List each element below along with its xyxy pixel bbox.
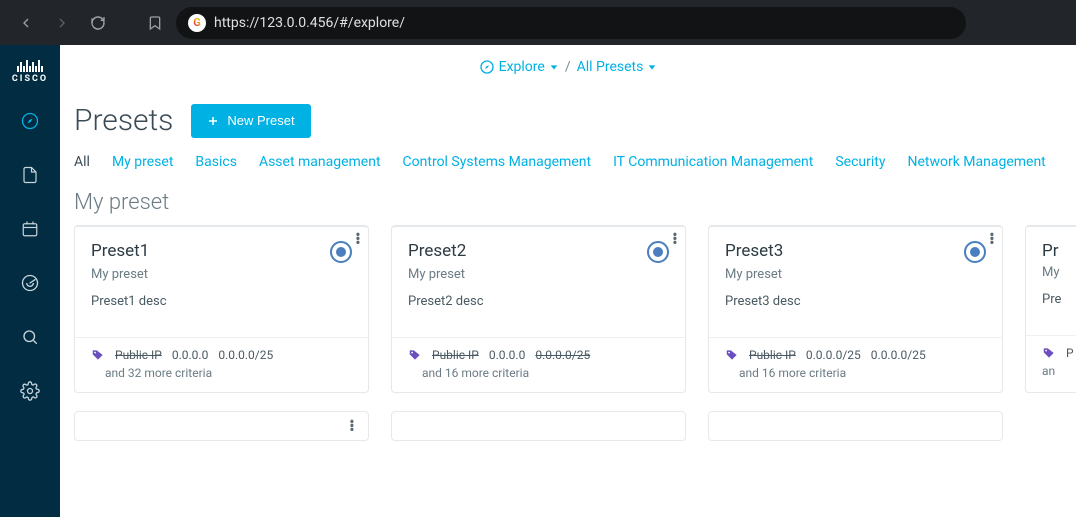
preset-card[interactable]: [391, 411, 686, 441]
card-menu-button[interactable]: •••: [663, 233, 687, 245]
preset-card[interactable]: [708, 411, 1003, 441]
card-menu-button[interactable]: •••: [980, 233, 1004, 245]
chip-ip2: 0.0.0.0/25: [871, 348, 926, 362]
card-footer: Public IP 0.0.0.0/25 0.0.0.0/25 and 16 m…: [709, 337, 1002, 392]
more-criteria: and 16 more criteria: [422, 366, 669, 380]
brand-logo[interactable]: CISCO: [0, 45, 60, 90]
preset-card[interactable]: •••: [74, 411, 369, 441]
bookmark-icon[interactable]: [142, 14, 168, 32]
chip-public-ip: P: [1066, 346, 1074, 360]
card-menu-button[interactable]: •••: [340, 420, 364, 432]
chip-ip1: 0.0.0.0/25: [806, 348, 861, 362]
nav-explore-icon[interactable]: [19, 110, 41, 132]
card-subtitle: My preset: [408, 267, 669, 282]
card-description: Preset1 desc: [75, 288, 368, 337]
card-menu-button[interactable]: •••: [346, 233, 370, 245]
preset-cards-row: ••• Preset1 My preset Preset1 desc Publi…: [60, 225, 1076, 393]
chevron-down-icon: [647, 62, 657, 72]
card-subtitle: My: [1042, 265, 1076, 280]
chip-ip2: 0.0.0.0/25: [218, 348, 273, 362]
card-title: Preset2: [408, 241, 466, 261]
preset-card[interactable]: Pr My Pre P an: [1025, 225, 1076, 393]
breadcrumb: Explore / All Presets: [60, 45, 1076, 89]
page-title: Presets: [74, 103, 173, 138]
tag-icon: [91, 348, 105, 362]
nav-target-icon[interactable]: [19, 272, 41, 294]
chip-public-ip: Public IP: [749, 348, 796, 362]
preset-card[interactable]: ••• Preset1 My preset Preset1 desc Publi…: [74, 225, 369, 393]
chip-public-ip: Public IP: [115, 348, 162, 362]
card-footer: P an: [1026, 335, 1076, 390]
site-favicon: G: [188, 14, 206, 32]
chevron-down-icon: [549, 62, 559, 72]
breadcrumb-sep: /: [565, 59, 571, 75]
nav-reload-button[interactable]: [84, 9, 112, 37]
card-subtitle: My preset: [91, 267, 352, 282]
url-text: https://123.0.0.456/#/explore/: [214, 15, 405, 31]
browser-toolbar: G https://123.0.0.456/#/explore/: [0, 0, 1076, 45]
tab-basics[interactable]: Basics: [195, 154, 237, 170]
tag-icon: [408, 348, 422, 362]
more-criteria: an: [1042, 364, 1069, 378]
breadcrumb-allpresets[interactable]: All Presets: [577, 59, 658, 75]
tab-all[interactable]: All: [74, 154, 90, 170]
tab-network-management[interactable]: Network Management: [907, 154, 1045, 170]
address-bar[interactable]: G https://123.0.0.456/#/explore/: [176, 7, 966, 39]
nav-reports-icon[interactable]: [19, 164, 41, 186]
card-description: Preset3 desc: [709, 288, 1002, 337]
more-criteria: and 16 more criteria: [739, 366, 986, 380]
cisco-logo-icon: [17, 58, 43, 72]
category-tabs: All My preset Basics Asset management Co…: [60, 144, 1076, 190]
preset-cards-row-2: •••: [60, 393, 1076, 441]
breadcrumb-explore-label: Explore: [499, 59, 545, 75]
nav-events-icon[interactable]: [19, 218, 41, 240]
tab-my-preset[interactable]: My preset: [112, 154, 173, 170]
breadcrumb-all-label: All Presets: [577, 59, 644, 75]
new-preset-label: New Preset: [227, 113, 294, 128]
card-subtitle: My preset: [725, 267, 986, 282]
nav-search-icon[interactable]: [19, 326, 41, 348]
preset-card[interactable]: ••• Preset3 My preset Preset3 desc Publi…: [708, 225, 1003, 393]
tab-asset-management[interactable]: Asset management: [259, 154, 381, 170]
chip-ip2: 0.0.0.0/25: [535, 348, 590, 362]
tab-it-communication[interactable]: IT Communication Management: [613, 154, 813, 170]
nav-forward-button[interactable]: [48, 9, 76, 37]
preset-card[interactable]: ••• Preset2 My preset Preset2 desc Publi…: [391, 225, 686, 393]
new-preset-button[interactable]: New Preset: [191, 104, 310, 138]
tab-security[interactable]: Security: [835, 154, 885, 170]
card-description: Pre: [1026, 286, 1076, 335]
nav-back-button[interactable]: [12, 9, 40, 37]
plus-icon: [207, 115, 219, 127]
chip-ip1: 0.0.0.0: [489, 348, 525, 362]
card-description: Preset2 desc: [392, 288, 685, 337]
chip-ip1: 0.0.0.0: [172, 348, 208, 362]
more-criteria: and 32 more criteria: [105, 366, 352, 380]
tag-icon: [1042, 346, 1056, 360]
card-title: Preset3: [725, 241, 783, 261]
brand-text: CISCO: [12, 74, 48, 84]
card-footer: Public IP 0.0.0.0 0.0.0.0/25 and 16 more…: [392, 337, 685, 392]
sidebar: CISCO: [0, 45, 60, 517]
tag-icon: [725, 348, 739, 362]
chip-public-ip: Public IP: [432, 348, 479, 362]
breadcrumb-explore[interactable]: Explore: [479, 59, 559, 75]
main-content: Explore / All Presets Presets New Preset…: [60, 45, 1076, 517]
nav-settings-icon[interactable]: [19, 380, 41, 402]
card-footer: Public IP 0.0.0.0 0.0.0.0/25 and 32 more…: [75, 337, 368, 392]
section-title: My preset: [60, 190, 1076, 225]
card-title: Preset1: [91, 241, 149, 261]
tab-control-systems[interactable]: Control Systems Management: [403, 154, 592, 170]
card-title: Pr: [1042, 241, 1059, 261]
